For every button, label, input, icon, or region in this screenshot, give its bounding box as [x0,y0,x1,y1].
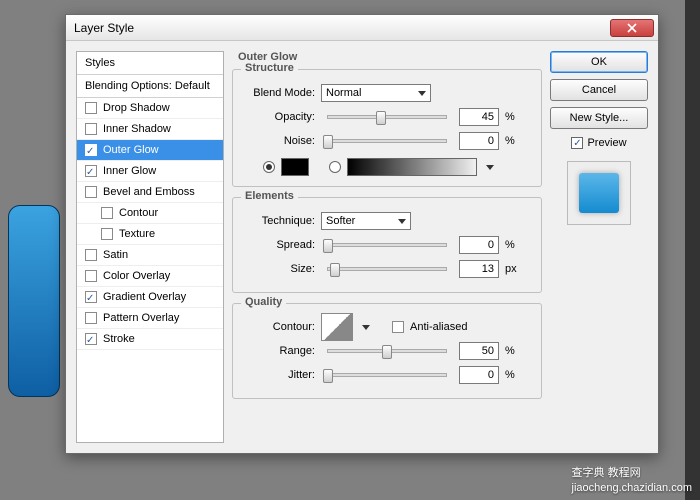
settings-column: Outer Glow Structure Blend Mode: Normal … [232,51,542,443]
opacity-slider[interactable] [327,115,447,119]
size-slider[interactable] [327,267,447,271]
spread-label: Spread: [243,239,315,251]
chevron-down-icon[interactable] [486,165,494,170]
preview-label: Preview [587,137,626,149]
adjacent-panel [685,0,700,500]
contour-picker[interactable] [321,313,353,341]
jitter-unit: % [505,369,521,381]
size-input[interactable]: 13 [459,260,499,278]
blending-options-row[interactable]: Blending Options: Default [77,75,223,98]
size-label: Size: [243,263,315,275]
style-label: Contour [119,207,158,219]
range-input[interactable]: 50 [459,342,499,360]
style-bevel-emboss[interactable]: Bevel and Emboss [77,182,223,203]
style-label: Pattern Overlay [103,312,179,324]
color-swatch[interactable] [281,158,309,176]
chevron-down-icon[interactable] [362,325,370,330]
style-inner-shadow[interactable]: Inner Shadow [77,119,223,140]
new-style-button[interactable]: New Style... [550,107,648,129]
anti-aliased-checkbox[interactable] [392,321,404,333]
elements-legend: Elements [241,190,298,202]
style-label: Inner Glow [103,165,156,177]
jitter-slider[interactable] [327,373,447,377]
canvas-shape [8,205,60,397]
preview-toggle[interactable]: Preview [550,137,648,149]
gradient-picker[interactable] [347,158,477,176]
opacity-unit: % [505,111,521,123]
style-label: Color Overlay [103,270,170,282]
slider-thumb[interactable] [323,135,333,149]
noise-input[interactable]: 0 [459,132,499,150]
style-label: Satin [103,249,128,261]
range-unit: % [505,345,521,357]
slider-thumb[interactable] [376,111,386,125]
opacity-label: Opacity: [243,111,315,123]
slider-thumb[interactable] [382,345,392,359]
structure-group: Structure Blend Mode: Normal Opacity: 45… [232,69,542,187]
size-unit: px [505,263,521,275]
watermark: 查字典 教程网 jiaocheng.chazidian.com [572,464,692,494]
dialog-title: Layer Style [74,21,134,35]
dialog-buttons: OK Cancel New Style... Preview [550,51,648,443]
style-label: Inner Shadow [103,123,171,135]
style-label: Drop Shadow [103,102,170,114]
anti-aliased-label: Anti-aliased [410,321,467,333]
structure-legend: Structure [241,62,298,74]
spread-slider[interactable] [327,243,447,247]
chevron-down-icon [418,91,426,96]
range-slider[interactable] [327,349,447,353]
close-button[interactable] [610,19,654,37]
jitter-label: Jitter: [243,369,315,381]
style-satin[interactable]: Satin [77,245,223,266]
blend-mode-label: Blend Mode: [243,87,315,99]
style-drop-shadow[interactable]: Drop Shadow [77,98,223,119]
spread-unit: % [505,239,521,251]
contour-label: Contour: [243,321,315,333]
preview-checkbox[interactable] [571,137,583,149]
elements-group: Elements Technique: Softer Spread: 0 % S… [232,197,542,293]
style-inner-glow[interactable]: ✓Inner Glow [77,161,223,182]
style-stroke[interactable]: ✓Stroke [77,329,223,350]
style-pattern-overlay[interactable]: Pattern Overlay [77,308,223,329]
quality-group: Quality Contour: Anti-aliased Range: 50 … [232,303,542,399]
styles-list: Styles Blending Options: Default Drop Sh… [76,51,224,443]
style-label: Texture [119,228,155,240]
slider-thumb[interactable] [330,263,340,277]
styles-header[interactable]: Styles [77,52,223,75]
range-label: Range: [243,345,315,357]
quality-legend: Quality [241,296,286,308]
technique-label: Technique: [243,215,315,227]
ok-button[interactable]: OK [550,51,648,73]
style-label: Outer Glow [103,144,159,156]
blend-mode-select[interactable]: Normal [321,84,431,102]
technique-value: Softer [326,215,355,227]
slider-thumb[interactable] [323,239,333,253]
style-label: Stroke [103,333,135,345]
preview-thumbnail [567,161,631,225]
style-outer-glow[interactable]: ✓Outer Glow [77,140,223,161]
style-label: Gradient Overlay [103,291,186,303]
noise-label: Noise: [243,135,315,147]
chevron-down-icon [398,219,406,224]
technique-select[interactable]: Softer [321,212,411,230]
close-icon [627,23,637,33]
cancel-button[interactable]: Cancel [550,79,648,101]
spread-input[interactable]: 0 [459,236,499,254]
noise-unit: % [505,135,521,147]
style-label: Bevel and Emboss [103,186,195,198]
style-gradient-overlay[interactable]: ✓Gradient Overlay [77,287,223,308]
jitter-input[interactable]: 0 [459,366,499,384]
style-color-overlay[interactable]: Color Overlay [77,266,223,287]
color-solid-radio[interactable] [263,161,275,173]
layer-style-dialog: Layer Style Styles Blending Options: Def… [65,14,659,454]
opacity-input[interactable]: 45 [459,108,499,126]
style-texture[interactable]: Texture [77,224,223,245]
title-bar: Layer Style [66,15,658,41]
color-gradient-radio[interactable] [329,161,341,173]
blend-mode-value: Normal [326,87,361,99]
style-contour[interactable]: Contour [77,203,223,224]
noise-slider[interactable] [327,139,447,143]
slider-thumb[interactable] [323,369,333,383]
